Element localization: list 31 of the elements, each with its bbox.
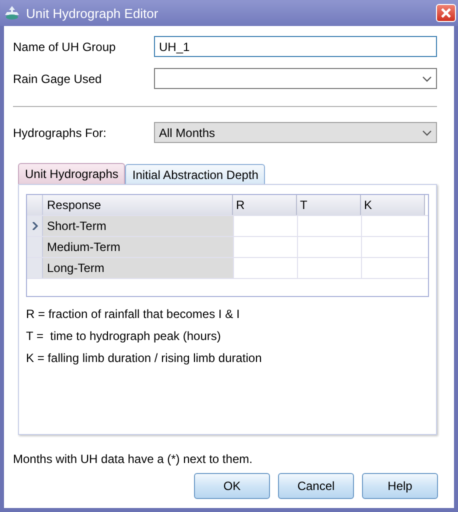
- legend-text: K = falling limb duration / rising limb duration: [26, 352, 263, 364]
- tab[interactable]: Initial Abstraction Depth: [125, 164, 266, 184]
- field-label: Rain Gage Used: [13, 72, 103, 86]
- chevron-icon: [422, 130, 432, 136]
- close-button[interactable]: [436, 4, 456, 22]
- column-header[interactable]: R: [233, 195, 297, 215]
- column-header[interactable]: Response: [43, 195, 233, 215]
- header-cell: [27, 195, 43, 215]
- window-title: Unit Hydrograph Editor: [26, 6, 160, 20]
- field-label: Hydrographs For:: [13, 126, 108, 140]
- dialog-button[interactable]: OK: [194, 473, 270, 499]
- table-cell: Short-Term: [43, 216, 233, 236]
- table-cell: Long-Term: [43, 258, 233, 278]
- note-text: Months with UH data have a (*) next to them.: [13, 452, 254, 466]
- dialog-button[interactable]: Help: [362, 473, 438, 499]
- dropdown[interactable]: All Months: [154, 122, 437, 143]
- chevron-icon: [422, 76, 432, 82]
- row-pointer-icon: [32, 222, 38, 230]
- column-header[interactable]: T: [297, 195, 361, 215]
- legend-text: T = time to hydrograph peak (hours): [26, 330, 222, 342]
- input-field[interactable]: UH_1: [154, 36, 437, 57]
- app-icon: [4, 5, 20, 21]
- table-cell: Medium-Term: [43, 237, 233, 257]
- tab[interactable]: Unit Hydrographs: [18, 163, 126, 184]
- row-selector[interactable]: [27, 216, 43, 236]
- field-label: Name of UH Group: [13, 40, 117, 54]
- dialog-button[interactable]: Cancel: [278, 473, 354, 499]
- dropdown[interactable]: [154, 68, 437, 89]
- close-icon: [441, 8, 451, 18]
- column-header[interactable]: K: [361, 195, 425, 215]
- legend-text: R = fraction of rainfall that becomes I & I: [26, 308, 241, 320]
